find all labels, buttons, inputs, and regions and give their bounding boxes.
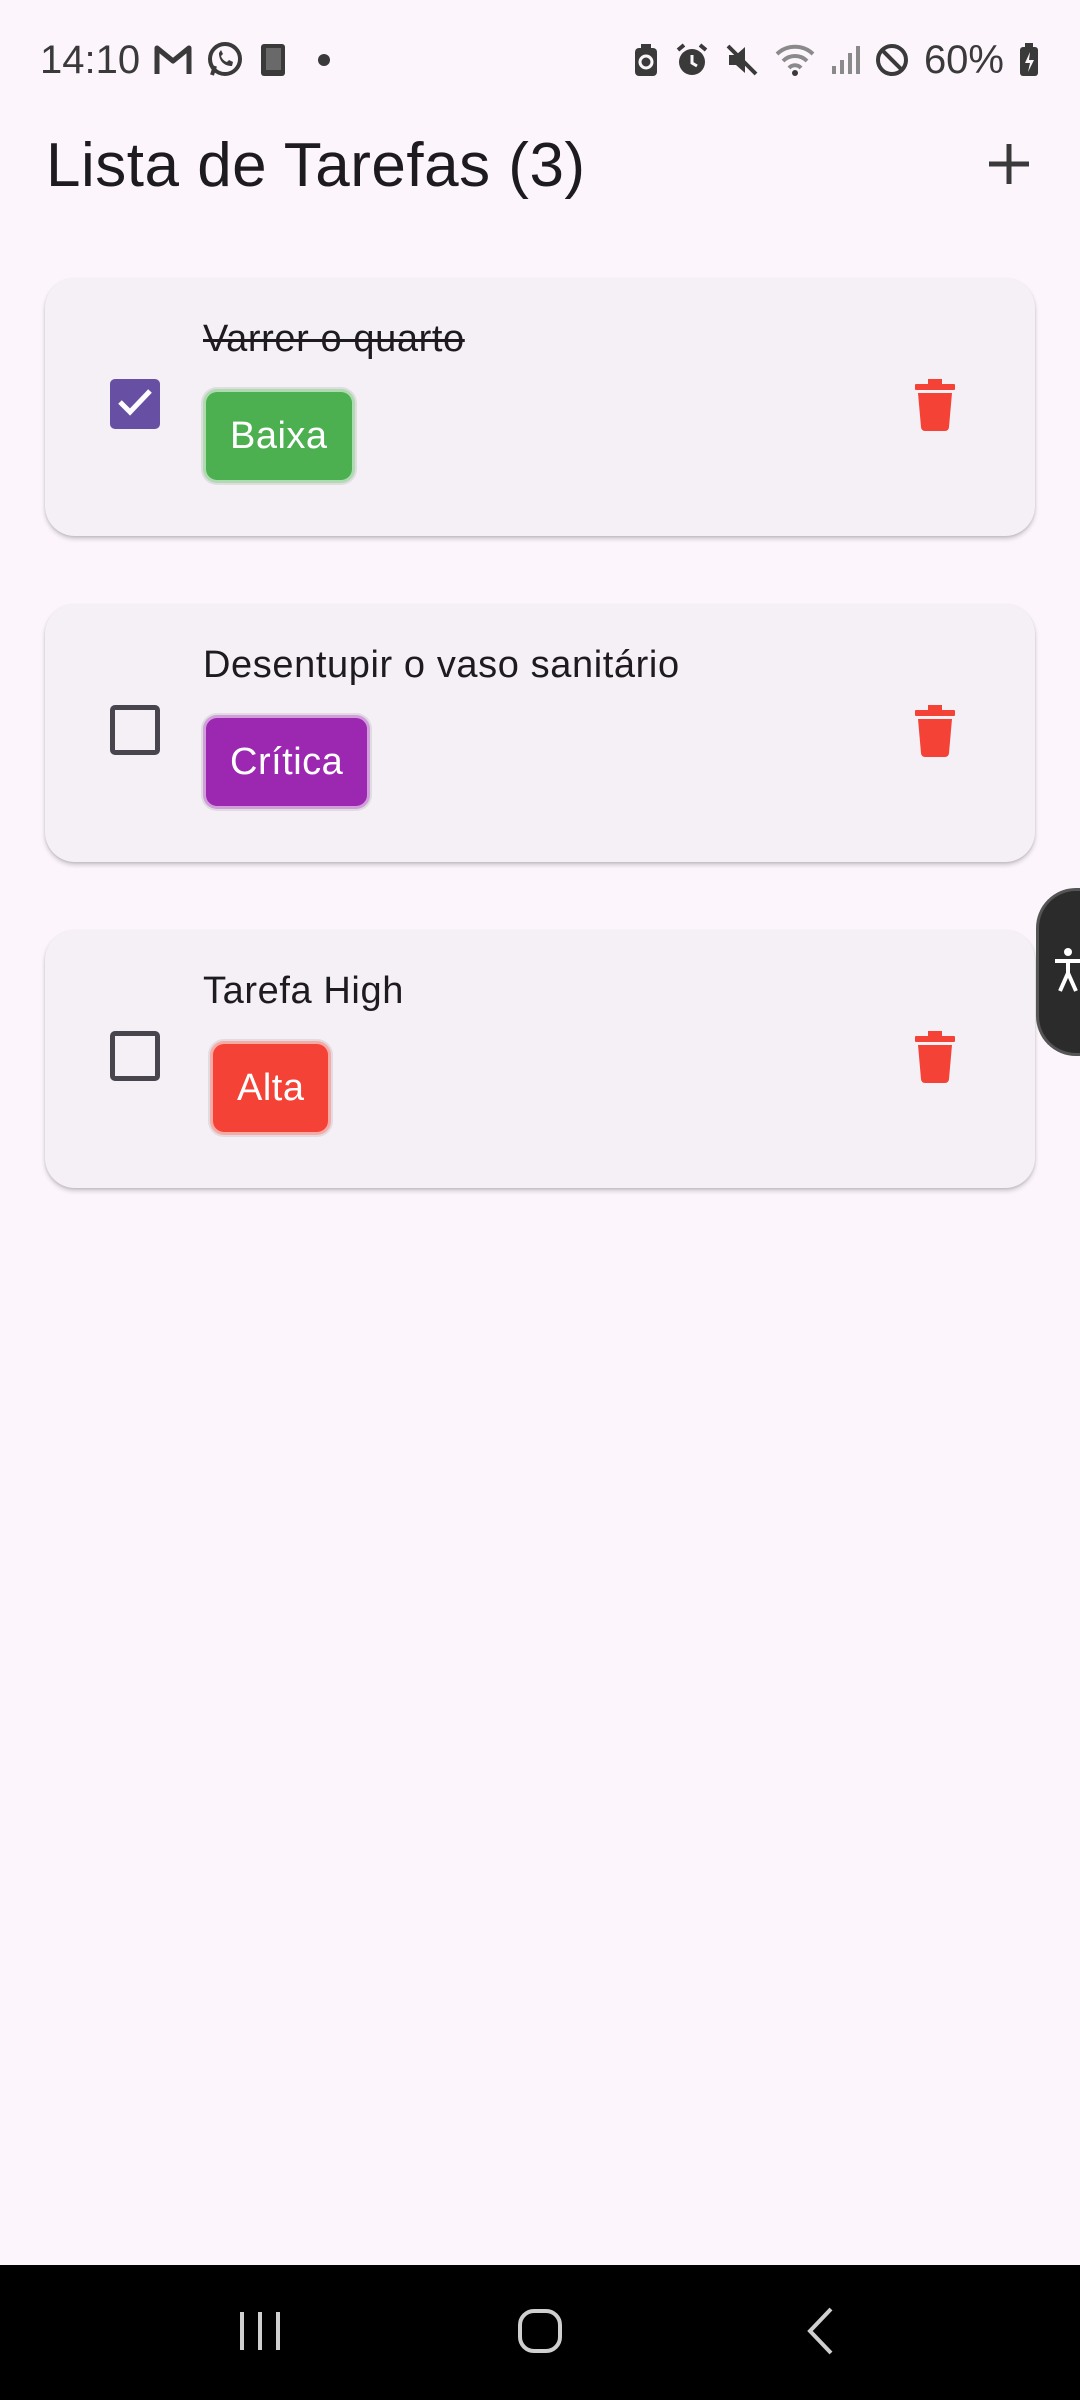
back-button[interactable] (760, 2283, 880, 2383)
status-time: 14:10 (40, 37, 141, 82)
task-card: Tarefa High Alta (45, 930, 1035, 1188)
trash-icon (915, 1030, 955, 1086)
task-checkbox[interactable] (110, 379, 160, 429)
home-icon (516, 2307, 564, 2358)
task-title: Desentupir o vaso sanitário (203, 644, 680, 686)
status-left: 14:10 (40, 37, 331, 83)
task-title: Varrer o quarto (203, 318, 465, 360)
task-checkbox[interactable] (110, 705, 160, 755)
status-right: 60% (632, 38, 1040, 83)
recents-button[interactable] (200, 2283, 320, 2383)
task-card: Desentupir o vaso sanitário Crítica (45, 604, 1035, 862)
plus-icon (987, 142, 1031, 189)
delete-task-button[interactable] (905, 1026, 965, 1090)
accessibility-button[interactable] (1036, 888, 1080, 1056)
task-card: Varrer o quarto Baixa (45, 278, 1035, 536)
back-icon (805, 2306, 835, 2359)
mute-icon (724, 42, 760, 78)
task-checkbox[interactable] (110, 1031, 160, 1081)
book-icon (258, 42, 288, 78)
page-title: Lista de Tarefas (3) (46, 130, 586, 200)
wifi-icon (774, 43, 816, 77)
screen: 14:10 60% Lista de Tarefas (3) Varrer o … (0, 0, 1080, 2400)
status-bar: 14:10 60% (0, 0, 1080, 120)
add-task-button[interactable] (964, 120, 1054, 210)
priority-chip: Alta (210, 1041, 332, 1135)
priority-chip: Crítica (203, 715, 371, 809)
dnd-icon (874, 42, 910, 78)
delete-task-button[interactable] (905, 374, 965, 438)
task-title: Tarefa High (203, 970, 404, 1012)
battery-saver-icon (632, 42, 660, 78)
trash-icon (915, 704, 955, 760)
dot-icon (318, 54, 331, 66)
delete-task-button[interactable] (905, 700, 965, 764)
priority-chip: Baixa (203, 389, 355, 483)
accessibility-icon (1053, 947, 1080, 998)
signal-icon (830, 44, 860, 76)
gmail-icon (154, 44, 192, 76)
battery-percent: 60% (923, 37, 1004, 82)
check-icon (117, 387, 153, 422)
trash-icon (915, 378, 955, 434)
recents-icon (238, 2310, 282, 2355)
navigation-bar (0, 2265, 1080, 2400)
app-bar: Lista de Tarefas (3) (0, 120, 1080, 210)
whatsapp-icon (206, 41, 244, 79)
alarm-icon (674, 42, 710, 78)
battery-icon (1018, 42, 1040, 78)
home-button[interactable] (480, 2283, 600, 2383)
task-list: Varrer o quarto Baixa Desentupir o vaso … (45, 278, 1035, 1256)
